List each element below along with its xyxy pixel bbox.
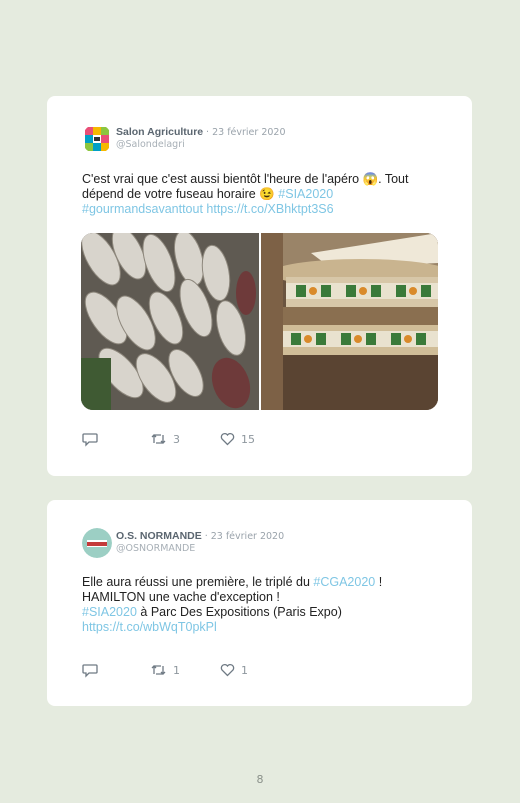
retweet-button[interactable]: 3 <box>150 431 180 447</box>
avatar-os-normande[interactable] <box>82 528 112 558</box>
heart-icon <box>220 663 235 677</box>
url-link[interactable]: https://t.co/wbWqT0pkPl <box>82 620 217 634</box>
reply-icon <box>82 663 98 678</box>
retweet-button[interactable]: 1 <box>150 662 180 678</box>
like-count: 15 <box>241 432 255 446</box>
tweet-card: Salon Agriculture · 23 février 2020 @Sal… <box>47 96 472 476</box>
cheese-photo[interactable] <box>261 233 438 410</box>
tweet-text-part: Elle aura réussi une première, le triplé… <box>82 575 314 589</box>
tweet-media[interactable] <box>81 233 438 410</box>
retweet-icon <box>151 665 166 675</box>
tweet-header: O.S. NORMANDE · 23 février 2020 @OSNORMA… <box>82 528 442 558</box>
retweet-count: 3 <box>173 432 180 446</box>
tweet-text-part: C'est vrai que c'est aussi bientôt l'heu… <box>82 172 363 186</box>
salon-logo-icon <box>82 124 112 154</box>
heart-icon <box>220 432 235 446</box>
hashtag-link[interactable]: #gourmandsavanttout <box>82 202 203 216</box>
avatar-salon-agriculture[interactable] <box>82 124 112 154</box>
like-button[interactable]: 15 <box>220 431 255 447</box>
reply-button[interactable] <box>82 662 98 678</box>
scream-emoji: 😱 <box>362 172 379 186</box>
hashtag-link[interactable]: #CGA2020 <box>313 575 375 589</box>
retweet-icon <box>151 434 166 444</box>
like-button[interactable]: 1 <box>220 662 248 678</box>
tweet-card: O.S. NORMANDE · 23 février 2020 @OSNORMA… <box>47 500 472 706</box>
sausages-photo[interactable] <box>81 233 259 410</box>
tweet-date[interactable]: · 23 février 2020 <box>205 531 284 542</box>
author-name[interactable]: O.S. NORMANDE <box>116 530 202 542</box>
hashtag-link[interactable]: #SIA2020 <box>278 187 333 201</box>
reply-icon <box>82 432 98 447</box>
reply-button[interactable] <box>82 431 98 447</box>
tweet-date[interactable]: · 23 février 2020 <box>206 127 285 138</box>
author-name[interactable]: Salon Agriculture <box>116 126 203 138</box>
retweet-count: 1 <box>173 663 180 677</box>
url-link[interactable]: https://t.co/XBhktpt3S6 <box>206 202 333 216</box>
hashtag-link[interactable]: #SIA2020 <box>82 605 137 619</box>
os-normande-logo-icon <box>82 528 112 558</box>
tweet-text: Elle aura réussi une première, le triplé… <box>82 575 442 635</box>
author-handle[interactable]: @OSNORMANDE <box>116 543 195 554</box>
like-count: 1 <box>241 663 248 677</box>
tweet-actions: 1 1 <box>82 662 342 678</box>
tweet-text: C'est vrai que c'est aussi bientôt l'heu… <box>82 172 442 217</box>
tweet-actions: 3 15 <box>82 431 342 447</box>
page-number: 8 <box>256 773 264 786</box>
author-handle[interactable]: @Salondelagri <box>116 139 185 150</box>
wink-emoji: 😉 <box>259 187 275 201</box>
tweet-text-part: à Parc Des Expositions (Paris Expo) <box>136 605 342 619</box>
tweet-header: Salon Agriculture · 23 février 2020 @Sal… <box>82 124 442 154</box>
